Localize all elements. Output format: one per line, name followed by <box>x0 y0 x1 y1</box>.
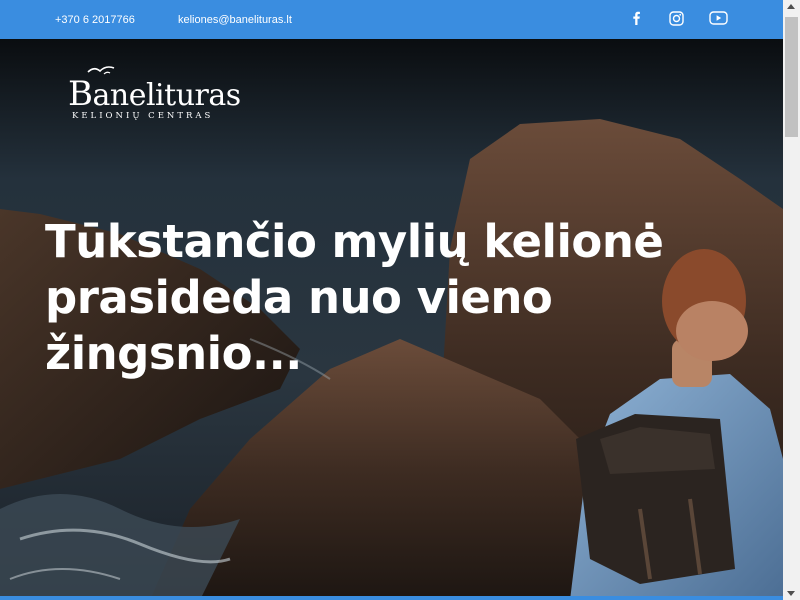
youtube-icon[interactable] <box>708 9 728 27</box>
top-contact-bar: +370 6 2017766 keliones@banelituras.lt <box>0 0 783 39</box>
banelituras-logo[interactable]: Banelituras KELIONIŲ CENTRAS <box>68 64 241 124</box>
page-scrollbar[interactable] <box>783 0 800 600</box>
logo-tagline: KELIONIŲ CENTRAS <box>72 111 214 121</box>
instagram-icon[interactable] <box>666 9 686 27</box>
scroll-up-icon[interactable] <box>787 4 795 9</box>
bottom-accent-bar <box>0 596 783 600</box>
facebook-icon[interactable] <box>626 9 646 27</box>
email-link[interactable]: keliones@banelituras.lt <box>178 14 292 26</box>
logo-brand-text: Banelituras <box>68 74 241 114</box>
hero-banner: Banelituras KELIONIŲ CENTRAS Tūkstančio … <box>0 39 783 600</box>
hero-headline: Tūkstančio mylių kelionė prasideda nuo v… <box>45 215 664 380</box>
scroll-down-icon[interactable] <box>787 591 795 596</box>
phone-link[interactable]: +370 6 2017766 <box>55 14 135 26</box>
scrollbar-thumb[interactable] <box>785 17 798 137</box>
